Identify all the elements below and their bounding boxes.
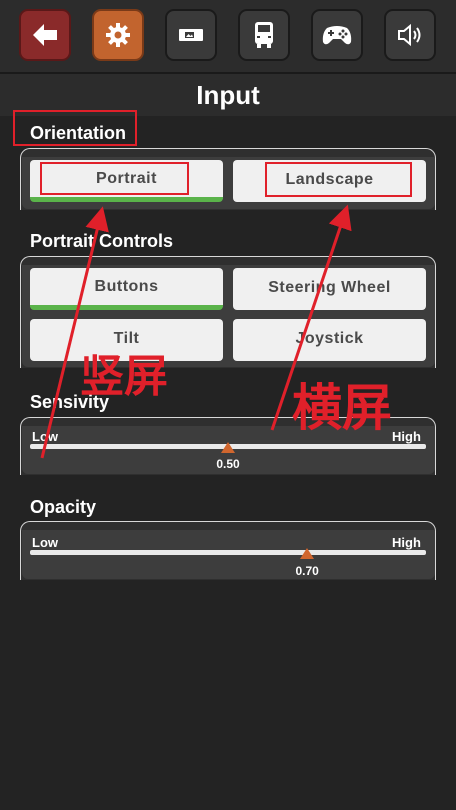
portrait-annotation-arrow (40, 206, 109, 459)
portrait-annotation-text: 竖屏 (80, 351, 168, 402)
landscape-annotation-text: 横屏 (292, 378, 392, 437)
